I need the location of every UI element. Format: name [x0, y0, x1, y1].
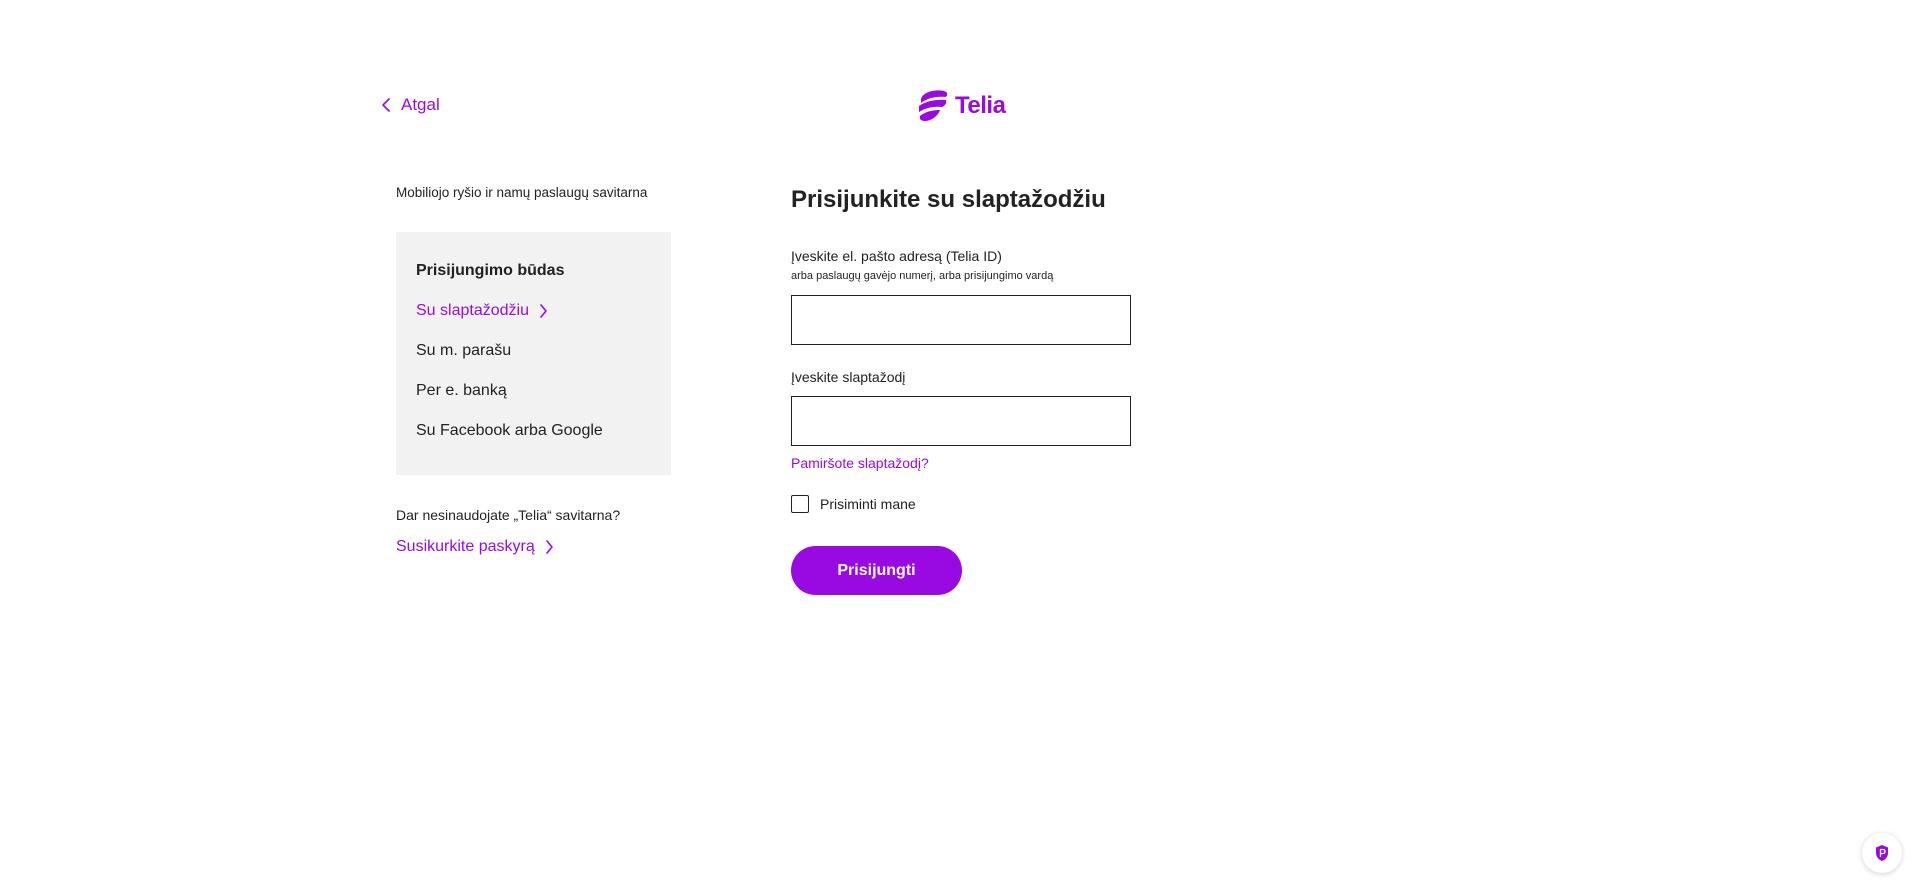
- privacy-settings-button[interactable]: [1862, 833, 1902, 873]
- shield-icon: [1876, 845, 1888, 861]
- telia-pebble-icon: [919, 90, 948, 121]
- login-methods-title: Prisijungimo būdas: [416, 262, 565, 279]
- password-input[interactable]: [791, 396, 1131, 446]
- password-label: Įveskite slaptažodį: [791, 369, 906, 385]
- chevron-right-icon: [540, 304, 547, 318]
- back-link-label: Atgal: [401, 95, 440, 114]
- login-button[interactable]: Prisijungti: [791, 546, 962, 595]
- email-label: Įveskite el. pašto adresą (Telia ID): [791, 248, 1002, 264]
- email-input[interactable]: [791, 295, 1131, 345]
- login-methods-panel: Prisijungimo būdas Su slaptažodžiu Su m.…: [396, 232, 671, 475]
- remember-me[interactable]: Prisiminti mane: [791, 495, 916, 513]
- remember-label: Prisiminti mane: [820, 496, 916, 512]
- login-method-social[interactable]: Su Facebook arba Google: [416, 420, 651, 460]
- login-method-label: Su slaptažodžiu: [416, 302, 529, 319]
- chevron-left-icon: [382, 98, 390, 112]
- create-account-link[interactable]: Susikurkite paskyrą: [396, 538, 554, 556]
- login-method-label: Su m. parašu: [416, 342, 512, 359]
- logo-text: Telia: [955, 92, 1006, 119]
- login-method-label: Per e. banką: [416, 382, 507, 399]
- form-title: Prisijunkite su slaptažodžiu: [791, 186, 1106, 213]
- login-method-label: Su Facebook arba Google: [416, 422, 603, 439]
- back-link[interactable]: Atgal: [381, 95, 440, 115]
- login-method-ebank[interactable]: Per e. banką: [416, 380, 651, 420]
- forgot-password-link[interactable]: Pamiršote slaptažodį?: [791, 455, 929, 471]
- login-method-password[interactable]: Su slaptažodžiu: [416, 300, 651, 340]
- create-account-label: Susikurkite paskyrą: [396, 538, 535, 555]
- login-method-mobile-signature[interactable]: Su m. parašu: [416, 340, 651, 380]
- page-subtitle: Mobiliojo ryšio ir namų paslaugų savitar…: [396, 185, 648, 200]
- chevron-right-icon: [545, 540, 553, 554]
- no-account-text: Dar nesinaudojate „Telia“ savitarna?: [396, 507, 621, 523]
- login-page: Atgal Telia Mobiliojo ryšio ir namų pasl…: [0, 0, 1920, 893]
- telia-logo[interactable]: Telia: [917, 89, 1006, 123]
- email-hint: arba paslaugų gavėjo numerį, arba prisij…: [791, 270, 1054, 282]
- remember-checkbox[interactable]: [791, 495, 809, 513]
